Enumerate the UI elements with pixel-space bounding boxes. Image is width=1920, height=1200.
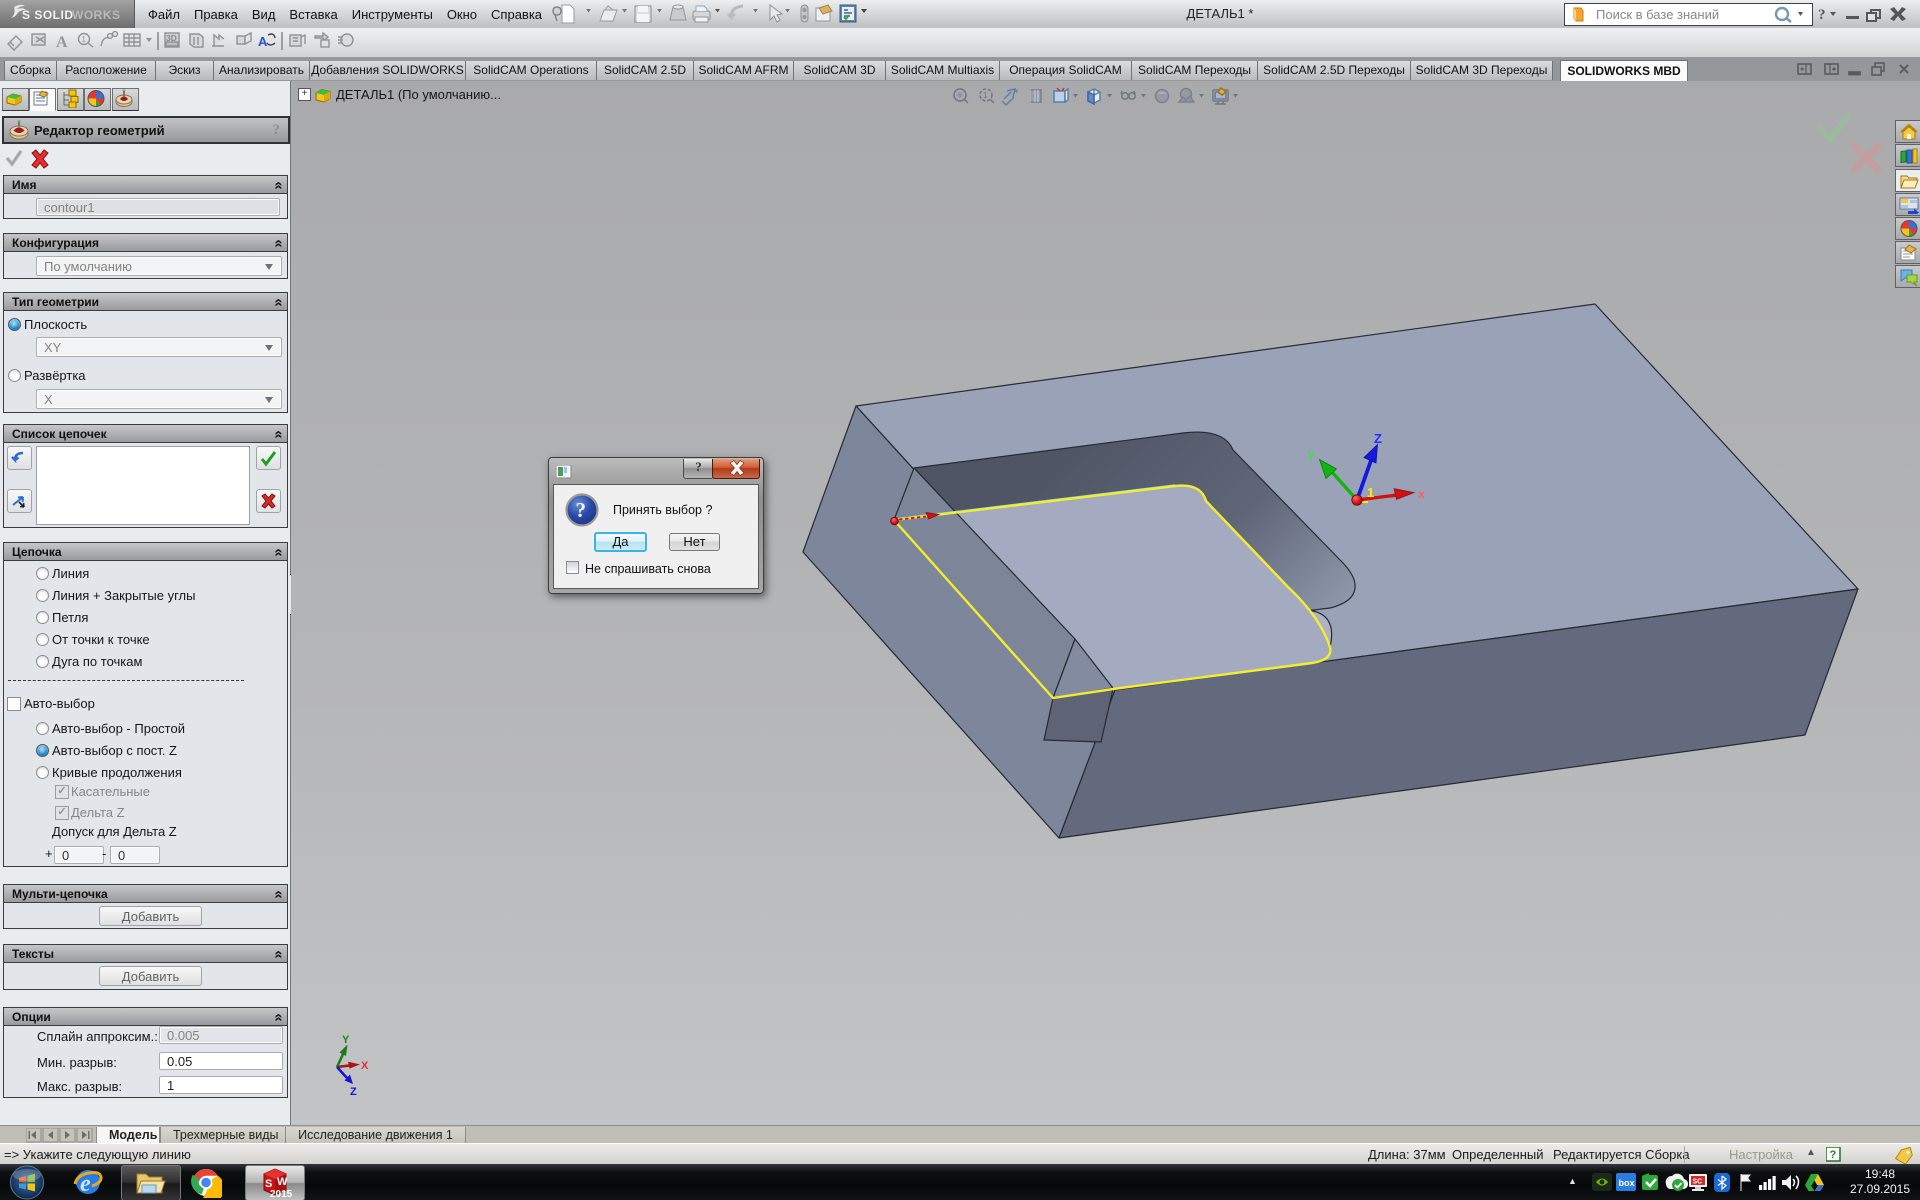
svg-text:Y: Y (1307, 449, 1315, 463)
svg-text:A: A (56, 34, 68, 51)
svg-text:?: ? (1818, 7, 1826, 23)
svg-text:X: X (361, 1060, 369, 1072)
svg-text:1: 1 (983, 91, 988, 100)
svg-text:Y: Y (342, 1034, 350, 1046)
svg-text:?: ? (1830, 1149, 1837, 1161)
svg-text:Z: Z (1374, 431, 1382, 446)
svg-text:A: A (258, 34, 268, 49)
svg-text:x: x (1418, 487, 1425, 501)
svg-text:WORKS: WORKS (72, 8, 121, 22)
svg-text:1: 1 (1367, 485, 1374, 500)
svg-text:SC: SC (1693, 1179, 1703, 1186)
svg-text:?: ? (576, 498, 587, 522)
svg-text:W: W (277, 1176, 288, 1188)
svg-text:Z: Z (350, 1086, 357, 1098)
svg-text:S SOLID: S SOLID (22, 8, 74, 22)
svg-text:2015: 2015 (270, 1189, 292, 1199)
svg-text:box: box (1619, 1178, 1635, 1188)
svg-text:1: 1 (82, 35, 87, 44)
